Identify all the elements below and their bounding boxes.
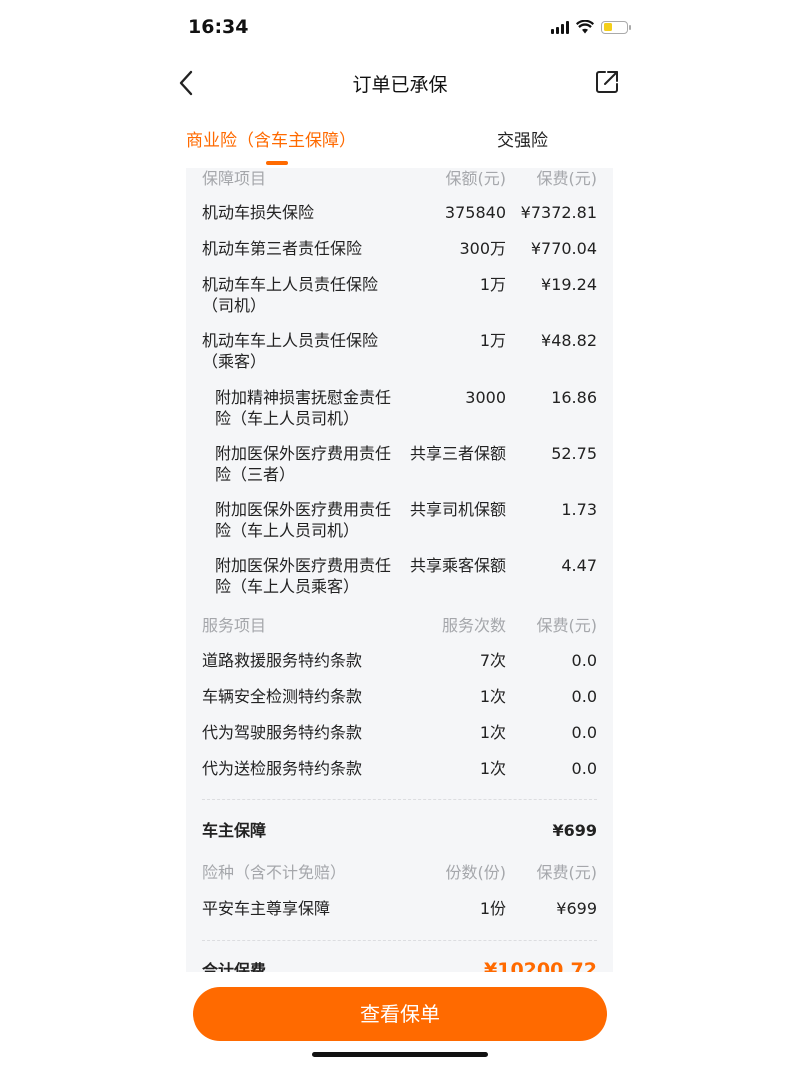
- coverage-name: 附加医保外医疗费用责任险（车上人员乘客）: [215, 556, 392, 596]
- coverage-amount: 共享司机保额: [409, 500, 506, 519]
- coverage-amount: 375840: [444, 203, 506, 222]
- coverage-name: 机动车损失保险: [202, 203, 315, 222]
- coverage-name: 附加医保外医疗费用责任险（车上人员司机）: [215, 500, 392, 540]
- services-header-premium: 保费(元): [536, 616, 598, 635]
- coverage-premium: 4.47: [561, 556, 597, 575]
- coverage-header-premium: 保费(元): [536, 169, 598, 188]
- service-count: 7次: [479, 651, 506, 670]
- share-icon[interactable]: [594, 69, 620, 95]
- owner-protection-premium: ¥699: [556, 899, 597, 918]
- total-premium-label: 合计保费: [202, 961, 267, 972]
- services-header-item: 服务项目: [202, 616, 267, 635]
- coverage-premium: 16.86: [551, 388, 597, 407]
- service-name: 代为送检服务特约条款: [202, 759, 363, 778]
- service-name: 车辆安全检测特约条款: [202, 687, 363, 706]
- owner-protection-count: 1份: [479, 899, 506, 918]
- coverage-name: 机动车车上人员责任保险（乘客）: [202, 331, 379, 371]
- section-divider: [202, 940, 597, 941]
- coverage-premium: ¥48.82: [541, 331, 597, 350]
- tab-compulsory-insurance[interactable]: 交强险: [497, 126, 548, 151]
- coverage-amount: 共享乘客保额: [409, 556, 506, 575]
- status-icons: [551, 20, 631, 34]
- service-premium: 0.0: [571, 759, 597, 778]
- service-premium: 0.0: [571, 651, 597, 670]
- insurance-tabs: 商业险（含车主保障） 交强险: [152, 118, 648, 168]
- service-name: 代为驾驶服务特约条款: [202, 723, 363, 742]
- services-header-count: 服务次数: [441, 616, 506, 635]
- status-bar: 16:34: [0, 0, 800, 58]
- coverage-amount: 3000: [465, 388, 506, 407]
- service-count: 1次: [479, 759, 506, 778]
- coverage-header-amount: 保额(元): [445, 169, 507, 188]
- tab-commercial-insurance[interactable]: 商业险（含车主保障）: [186, 126, 356, 151]
- service-count: 1次: [479, 723, 506, 742]
- coverage-premium: ¥19.24: [541, 275, 597, 294]
- owner-protection-total: ¥699: [552, 821, 597, 840]
- service-premium: 0.0: [571, 723, 597, 742]
- service-name: 道路救援服务特约条款: [202, 651, 363, 670]
- owner-protection-name: 平安车主尊享保障: [202, 899, 331, 918]
- coverage-name: 附加精神损害抚慰金责任险（车上人员司机）: [215, 388, 392, 428]
- policy-detail-card: 保障项目 保额(元) 保费(元) 机动车损失保险 375840 ¥7372.81…: [186, 168, 613, 972]
- wifi-icon: [576, 20, 594, 34]
- coverage-amount: 300万: [459, 239, 506, 258]
- coverage-amount: 1万: [479, 275, 506, 294]
- coverage-name: 机动车第三者责任保险: [202, 239, 363, 258]
- coverage-premium: ¥7372.81: [520, 203, 597, 222]
- cellular-signal-icon: [551, 20, 569, 34]
- coverage-header-item: 保障项目: [202, 169, 267, 188]
- bottom-action-bar: 查看保单: [0, 972, 800, 1067]
- service-premium: 0.0: [571, 687, 597, 706]
- page-title: 订单已承保: [352, 74, 448, 96]
- coverage-amount: 1万: [479, 331, 506, 350]
- coverage-name: 附加医保外医疗费用责任险（三者）: [215, 444, 392, 484]
- view-policy-button[interactable]: 查看保单: [193, 987, 607, 1041]
- owner-protection-header-premium: 保费(元): [536, 863, 598, 882]
- section-divider: [202, 799, 597, 800]
- owner-protection-title: 车主保障: [202, 821, 267, 840]
- total-premium-value: ¥10200.72: [484, 959, 597, 973]
- coverage-premium: 1.73: [561, 500, 597, 519]
- coverage-amount: 共享三者保额: [409, 444, 506, 463]
- owner-protection-header-item: 险种（含不计免赔）: [202, 863, 347, 882]
- policy-detail-scroll[interactable]: 保障项目 保额(元) 保费(元) 机动车损失保险 375840 ¥7372.81…: [152, 168, 648, 972]
- coverage-premium: ¥770.04: [530, 239, 597, 258]
- tab-active-indicator: [266, 161, 288, 165]
- coverage-premium: 52.75: [551, 444, 597, 463]
- coverage-name: 机动车车上人员责任保险（司机）: [202, 275, 379, 315]
- status-time: 16:34: [188, 16, 249, 38]
- service-count: 1次: [479, 687, 506, 706]
- nav-bar: 订单已承保: [152, 58, 648, 110]
- home-indicator[interactable]: [312, 1052, 488, 1057]
- battery-icon: [601, 20, 631, 34]
- owner-protection-header-count: 份数(份): [445, 863, 507, 882]
